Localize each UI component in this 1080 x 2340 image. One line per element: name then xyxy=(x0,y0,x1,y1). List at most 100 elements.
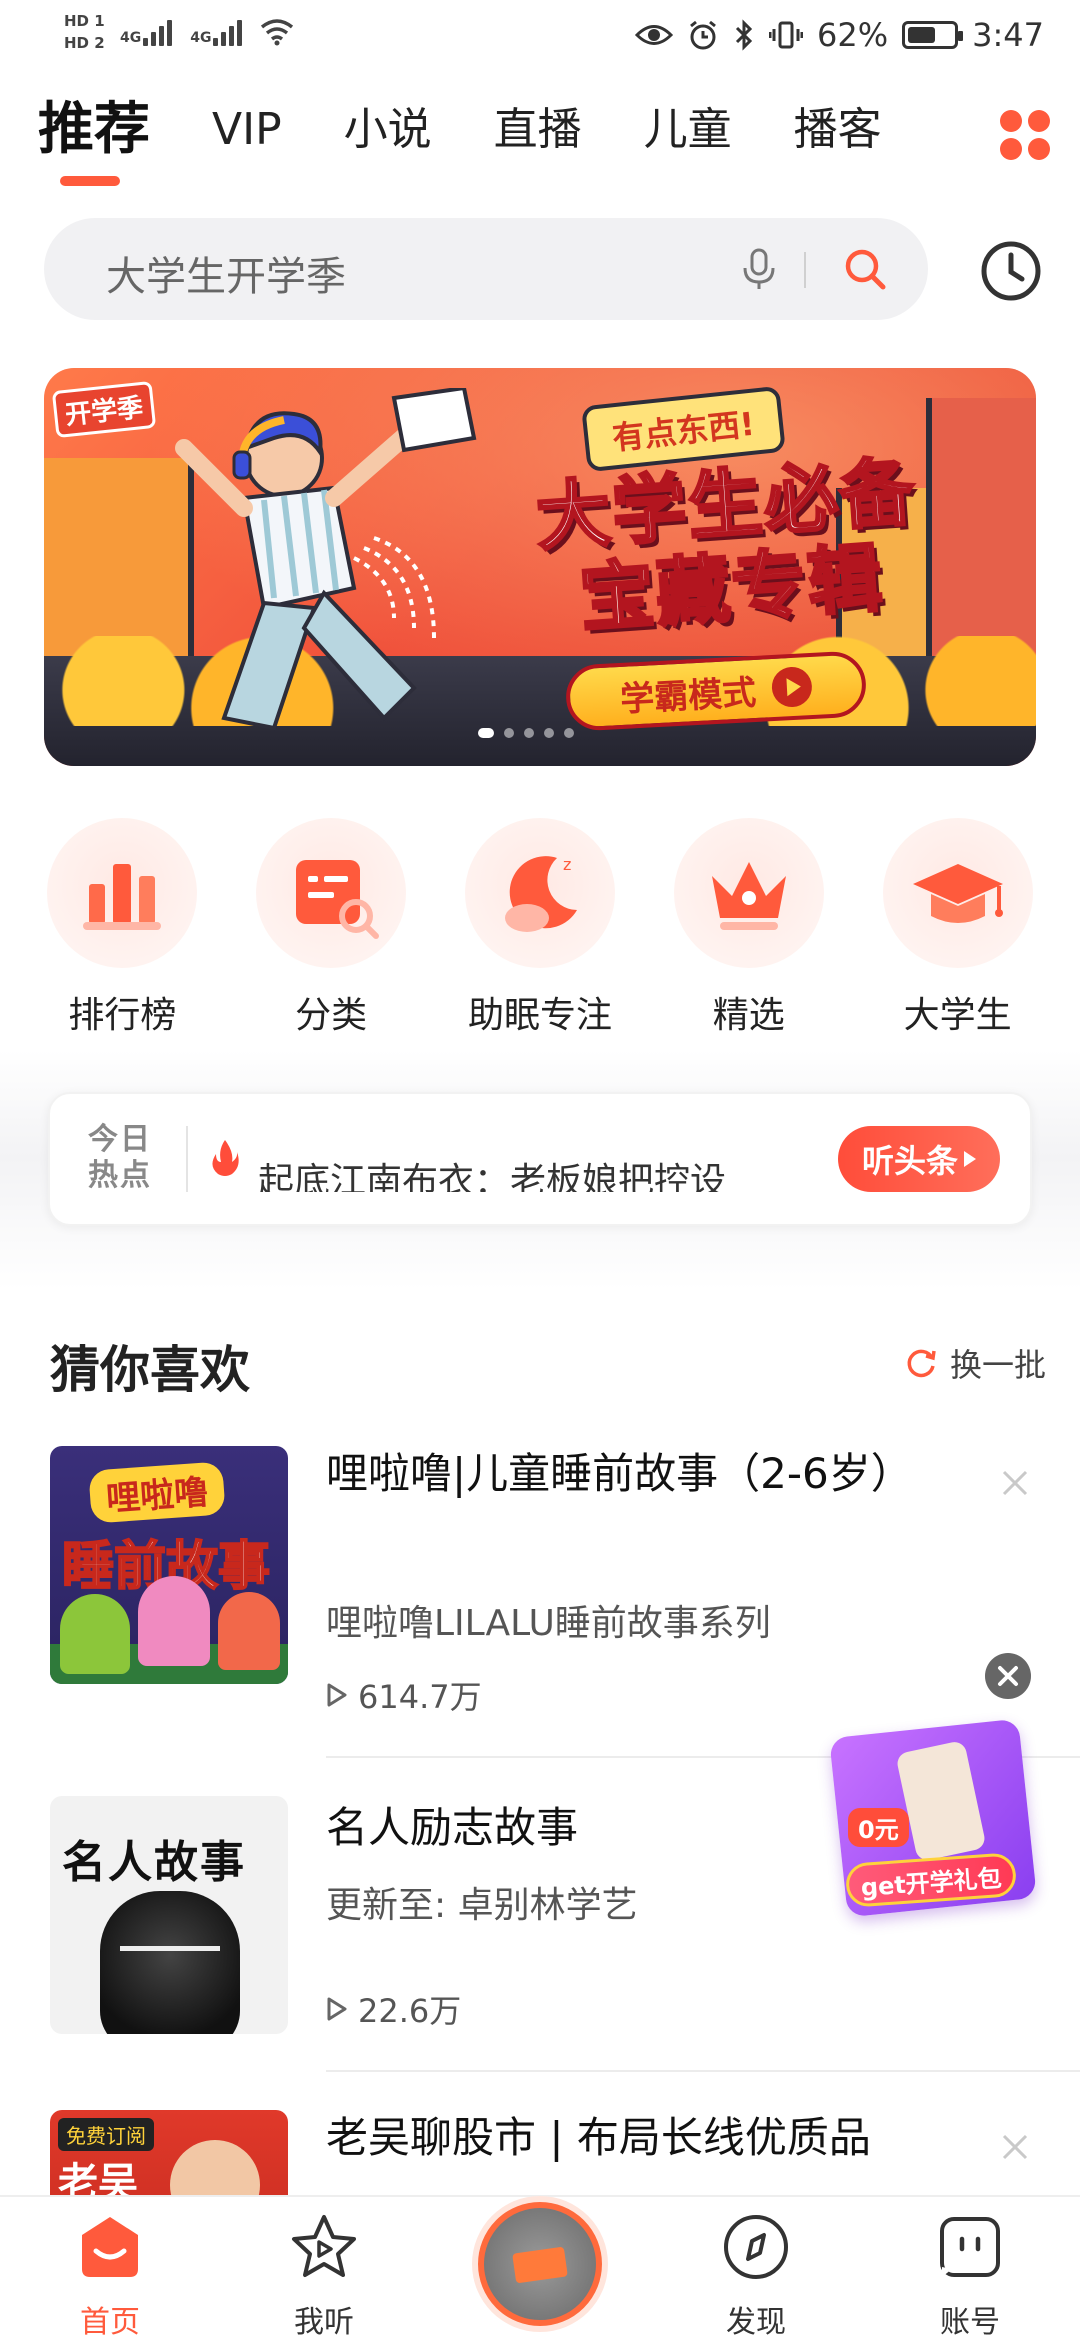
cover-caption: 名人故事 xyxy=(62,1837,246,1888)
list-item[interactable]: 免费订阅 老吴 老吴聊股市 | 布局长线优质品 xyxy=(50,2110,1050,2200)
search-placeholder: 大学生开学季 xyxy=(106,254,346,300)
pagination-dot xyxy=(504,728,514,738)
nav-label: 发现 xyxy=(726,2305,786,2340)
tab-4[interactable]: 儿童 xyxy=(644,100,732,160)
cover-monster xyxy=(138,1576,210,1666)
nav-discover[interactable]: 发现 xyxy=(676,2211,836,2340)
quick-link-label: 分类 xyxy=(295,995,368,1036)
search-icon[interactable] xyxy=(840,244,890,294)
quick-link-sleep[interactable]: z 助眠专注 xyxy=(442,818,638,1038)
crown-icon xyxy=(711,862,786,930)
listen-headlines-button[interactable]: 听头条 xyxy=(838,1126,1000,1192)
gift-price-badge: 0元 xyxy=(848,1808,909,1847)
hd-badge-2: HD 2 xyxy=(64,34,105,52)
signal-1-icon xyxy=(143,18,173,46)
banner-cta-label: 学霸模式 xyxy=(619,672,758,720)
listen-headlines-label: 听头条 xyxy=(861,1142,958,1180)
fire-icon xyxy=(212,1140,239,1176)
svg-text:z: z xyxy=(563,855,571,874)
promo-banner[interactable]: 开学季 有点东西! 大学生必备 宝藏专辑 学霸模式 xyxy=(44,368,1036,766)
chart-icon xyxy=(83,864,162,930)
home-icon xyxy=(82,2217,138,2277)
status-right: 62% 3:47 xyxy=(635,16,1044,54)
quick-link-label: 精选 xyxy=(712,995,785,1036)
eye-icon xyxy=(635,25,674,45)
quick-link-label: 大学生 xyxy=(903,995,1012,1036)
quick-link-label: 助眠专注 xyxy=(467,995,612,1036)
network-type-2: 4G xyxy=(190,30,212,46)
nav-label: 账号 xyxy=(940,2305,1000,2340)
tab-1[interactable]: VIP xyxy=(212,100,282,160)
section-title: 猜你喜欢 xyxy=(50,1341,250,1399)
network-type-1: 4G xyxy=(120,30,142,46)
cover-monster xyxy=(60,1594,130,1674)
album-cover[interactable]: 免费订阅 老吴 xyxy=(50,2110,288,2200)
cover-caption: 老吴 xyxy=(58,2160,138,2200)
quick-link-label: 排行榜 xyxy=(68,995,177,1036)
item-play-count: 22.6万 xyxy=(326,1986,461,2032)
hot-news-headline[interactable]: 起底江南布衣：老板娘把控设 xyxy=(258,1152,818,1192)
top-tabs: 推荐 VIP 小说 直播 儿童 播客 xyxy=(38,100,944,186)
item-play-count: 614.7万 xyxy=(326,1672,482,1718)
nav-label: 我听 xyxy=(294,2305,354,2340)
list-divider xyxy=(326,2070,1080,2072)
quick-link-ranking[interactable]: 排行榜 xyxy=(24,818,220,1038)
nav-label: 首页 xyxy=(80,2305,140,2340)
list-item[interactable]: 哩啦噜 睡前故事 哩啦噜|儿童睡前故事（2-6岁） 哩啦噜LILALU睡前故事系… xyxy=(50,1446,1050,1716)
banner-student-illustration xyxy=(175,388,477,731)
nav-home[interactable]: 首页 xyxy=(30,2211,190,2340)
album-cover[interactable]: 名人故事 xyxy=(50,1796,288,2034)
search-bar[interactable]: 大学生开学季 xyxy=(44,218,928,320)
search-divider xyxy=(804,252,806,288)
compass-icon xyxy=(724,2215,788,2279)
alarm-icon xyxy=(690,20,716,50)
moon-icon: z xyxy=(504,855,577,932)
quick-link-college[interactable]: 大学生 xyxy=(860,818,1056,1038)
floating-ad-close-button[interactable] xyxy=(985,1653,1031,1699)
arrow-right-icon xyxy=(964,1151,976,1167)
tab-2[interactable]: 小说 xyxy=(344,100,432,160)
nav-account[interactable]: 账号 xyxy=(890,2211,1050,2340)
album-cover[interactable]: 哩啦噜 睡前故事 xyxy=(50,1446,288,1684)
floating-gift-promo[interactable]: 0元 get开学礼包 xyxy=(828,1708,1038,1928)
refresh-button[interactable]: 换一批 xyxy=(904,1340,1046,1386)
account-icon xyxy=(940,2217,1000,2277)
pagination-dot xyxy=(564,728,574,738)
tab-0[interactable]: 推荐 xyxy=(38,100,150,186)
cover-monster xyxy=(218,1592,280,1670)
all-channels-icon[interactable] xyxy=(1000,110,1050,160)
quick-link-category[interactable]: 分类 xyxy=(233,818,429,1038)
signal-2-icon xyxy=(213,18,243,46)
graduation-cap-icon xyxy=(912,864,1003,923)
hd-badge-1: HD 1 xyxy=(64,12,105,30)
item-title[interactable]: 老吴聊股市 | 布局长线优质品 xyxy=(326,2110,986,2170)
pagination-dot xyxy=(478,728,494,738)
hot-news-card[interactable]: 今日 热点 起底江南布衣：老板娘把控设 听头条 xyxy=(48,1092,1032,1226)
now-playing-disc[interactable] xyxy=(478,2202,602,2326)
play-icon xyxy=(770,666,813,709)
play-count-icon xyxy=(327,1997,347,2021)
wifi-icon xyxy=(261,19,294,46)
tab-3[interactable]: 直播 xyxy=(494,100,582,160)
banner-title: 大学生必备 宝藏专辑 xyxy=(489,447,970,647)
cover-portrait xyxy=(170,2140,260,2200)
tab-5[interactable]: 播客 xyxy=(794,100,882,160)
microphone-icon[interactable] xyxy=(734,244,784,294)
close-icon[interactable] xyxy=(1000,1468,1030,1498)
quick-link-featured[interactable]: 精选 xyxy=(651,818,847,1038)
item-subtitle: 哩啦噜LILALU睡前故事系列 xyxy=(326,1603,771,1644)
pagination-dot xyxy=(524,728,534,738)
banner-pagination xyxy=(478,728,574,738)
play-count-value: 614.7万 xyxy=(358,1678,482,1716)
cover-caption: 哩啦噜 xyxy=(88,1461,226,1524)
tabs-fade xyxy=(930,95,990,175)
close-icon[interactable] xyxy=(1000,2132,1030,2162)
cover-glasses xyxy=(120,1946,220,1968)
star-play-icon xyxy=(292,2215,356,2277)
nav-my-listening[interactable]: 我听 xyxy=(244,2211,404,2340)
vibrate-icon xyxy=(769,21,804,49)
now-playing-cover xyxy=(512,2246,568,2284)
history-clock-icon[interactable] xyxy=(978,238,1044,304)
item-title[interactable]: 哩啦噜|儿童睡前故事（2-6岁） xyxy=(326,1442,986,1506)
play-count-value: 22.6万 xyxy=(358,1992,462,2030)
